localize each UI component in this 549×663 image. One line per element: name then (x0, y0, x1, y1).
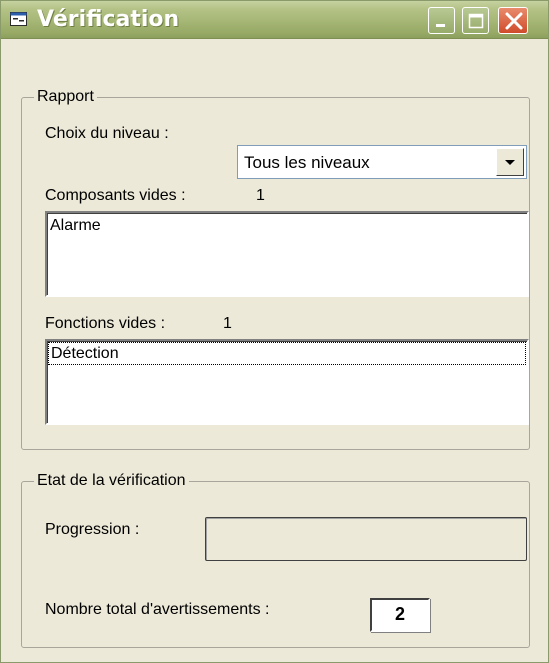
window-title: Vérification (37, 7, 180, 32)
close-icon (505, 12, 523, 30)
level-label: Choix du niveau : (45, 125, 169, 142)
chevron-down-icon (505, 160, 515, 165)
warnings-count: 2 (370, 598, 430, 632)
minimize-icon (436, 24, 445, 27)
verification-window: Vérification Rapport Choix du niveau : T… (0, 0, 549, 663)
verification-state-legend: Etat de la vérification (34, 472, 189, 490)
functions-count: 1 (223, 315, 232, 332)
title-bar[interactable]: Vérification (1, 1, 548, 39)
warnings-label: Nombre total d'avertissements : (45, 601, 270, 618)
functions-list[interactable]: Détection (45, 339, 529, 425)
close-button[interactable] (498, 7, 528, 34)
level-select-value: Tous les niveaux (244, 153, 370, 172)
rapport-legend: Rapport (34, 88, 97, 106)
list-item[interactable]: Alarme (50, 217, 101, 235)
components-label: Composants vides : (45, 187, 186, 204)
verification-state-group: Etat de la vérification (21, 472, 530, 648)
maximize-button[interactable] (462, 7, 489, 34)
functions-label: Fonctions vides : (45, 315, 166, 332)
components-list[interactable]: Alarme (45, 211, 529, 297)
progress-bar (205, 517, 527, 561)
minimize-button[interactable] (428, 7, 455, 34)
app-icon (10, 12, 27, 26)
list-item[interactable]: Détection (48, 342, 526, 365)
progress-label: Progression : (45, 521, 140, 538)
dropdown-button[interactable] (496, 148, 524, 176)
components-count: 1 (256, 187, 265, 204)
level-select[interactable]: Tous les niveaux (237, 145, 527, 179)
maximize-icon (468, 13, 484, 29)
